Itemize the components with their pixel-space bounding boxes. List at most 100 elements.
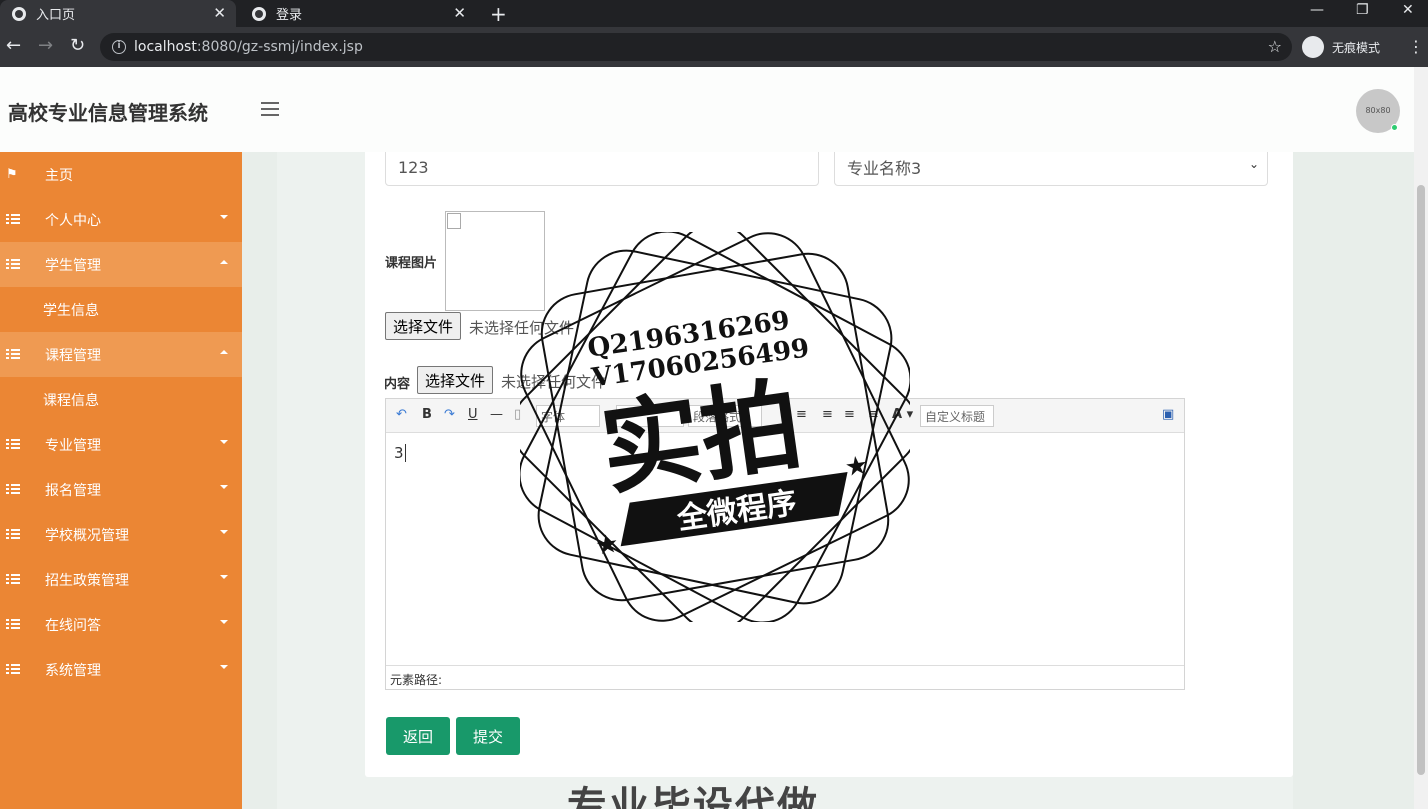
sidebar-item-label: 课程信息 bbox=[43, 392, 99, 409]
submit-button[interactable]: 提交 bbox=[456, 717, 520, 755]
app-header: 高校专业信息管理系统 80x80 bbox=[0, 67, 1414, 152]
page-scrollbar[interactable] bbox=[1414, 67, 1428, 809]
custom-title-value: 自定义标题 bbox=[925, 409, 986, 424]
major-select-value: 专业名称3 bbox=[847, 159, 922, 178]
close-icon[interactable]: ✕ bbox=[213, 4, 226, 22]
incognito-icon bbox=[1302, 36, 1324, 58]
sidebar-item-personal-center[interactable]: 个人中心 bbox=[0, 197, 242, 242]
caret-down-icon bbox=[220, 665, 228, 669]
custom-title-select[interactable]: 自定义标题 bbox=[920, 405, 994, 427]
window-close-icon[interactable]: ✕ bbox=[1402, 2, 1414, 18]
editor-statusbar: 元素路径: bbox=[386, 665, 1184, 689]
image-file-status: 未选择任何文件 bbox=[469, 319, 575, 337]
font-family-value: 字体 bbox=[541, 409, 566, 424]
page-icon[interactable]: ▯ bbox=[514, 407, 521, 422]
caret-up-icon bbox=[220, 350, 228, 354]
redo-icon[interactable]: ↷ bbox=[444, 407, 455, 422]
sidebar-item-label: 系统管理 bbox=[45, 662, 101, 679]
incognito-indicator[interactable]: 无痕模式 bbox=[1302, 36, 1380, 58]
editor-text: 3 bbox=[394, 444, 404, 462]
caret-down-icon bbox=[220, 440, 228, 444]
bottom-banner-text: 专业毕设代做 bbox=[567, 784, 819, 809]
underline-icon[interactable]: U bbox=[468, 407, 478, 422]
horizontal-rule-icon[interactable]: — bbox=[490, 407, 503, 422]
font-color-icon[interactable]: A ▾ bbox=[892, 407, 913, 422]
text-field[interactable]: 123 bbox=[385, 152, 819, 186]
align-center-icon[interactable]: ≡ bbox=[844, 407, 855, 422]
image-file-button[interactable]: 选择文件 bbox=[385, 312, 462, 340]
sidebar-item-student-management[interactable]: 学生管理 bbox=[0, 242, 242, 287]
grid-icon bbox=[6, 439, 20, 449]
minimize-icon[interactable]: — bbox=[1310, 2, 1324, 18]
sidebar-subitem-course-info[interactable]: 课程信息 bbox=[0, 377, 242, 422]
info-icon[interactable]: i bbox=[112, 40, 126, 54]
browser-tab-home[interactable]: 入口页 ✕ bbox=[0, 0, 236, 27]
globe-icon bbox=[252, 6, 266, 21]
restore-icon[interactable]: ❐ bbox=[1356, 2, 1369, 18]
url-path: :8080/gz-ssmj/index.jsp bbox=[196, 39, 363, 55]
avatar[interactable]: 80x80 bbox=[1356, 89, 1400, 133]
sidebar-item-registration-management[interactable]: 报名管理 bbox=[0, 467, 242, 512]
align-right-icon[interactable]: ≡ bbox=[822, 407, 833, 422]
scrollbar-thumb[interactable] bbox=[1417, 185, 1425, 775]
grid-icon bbox=[6, 529, 20, 539]
caret-down-icon bbox=[220, 620, 228, 624]
grid-icon bbox=[6, 664, 20, 674]
sidebar: ⚑ 主页 个人中心 学生管理 学生信息 课程管理 课程信息 专业管理 报名管理 … bbox=[0, 152, 242, 809]
url-host: localhost bbox=[134, 39, 197, 55]
browser-tabbar: 入口页 ✕ 登录 ✕ + — ❐ ✕ bbox=[0, 0, 1428, 27]
font-family-select[interactable]: 字体 bbox=[536, 405, 600, 427]
paragraph-select[interactable]: 段落格式 bbox=[688, 405, 762, 427]
rich-text-editor: ↶ B ↷ U — ▯ 字体 段落格式 ≡ ≡ ≡ ≡ A ▾ 自定义标题 ▣ … bbox=[385, 398, 1185, 690]
editor-body[interactable]: 3 bbox=[386, 434, 1184, 664]
online-status-dot bbox=[1391, 124, 1398, 131]
new-tab-icon[interactable]: + bbox=[490, 2, 507, 26]
sidebar-item-course-management[interactable]: 课程管理 bbox=[0, 332, 242, 377]
globe-icon bbox=[12, 6, 26, 21]
caret-up-icon bbox=[220, 260, 228, 264]
text-field-value: 123 bbox=[398, 157, 429, 177]
content-file-button[interactable]: 选择文件 bbox=[417, 366, 494, 394]
grid-icon bbox=[6, 619, 20, 629]
sidebar-item-home[interactable]: ⚑ 主页 bbox=[0, 152, 242, 197]
hamburger-icon[interactable] bbox=[261, 102, 279, 120]
sidebar-subitem-student-info[interactable]: 学生信息 bbox=[0, 287, 242, 332]
browser-tab-login[interactable]: 登录 ✕ bbox=[240, 0, 476, 27]
sidebar-item-online-qa[interactable]: 在线问答 bbox=[0, 602, 242, 647]
menu-icon[interactable]: ⋮ bbox=[1408, 37, 1424, 56]
close-icon[interactable]: ✕ bbox=[453, 4, 466, 22]
align-justify-icon[interactable]: ≡ bbox=[868, 407, 879, 422]
bold-icon[interactable]: B bbox=[422, 407, 432, 422]
sidebar-item-label: 个人中心 bbox=[45, 212, 101, 229]
caret-down-icon bbox=[220, 485, 228, 489]
grid-icon bbox=[6, 214, 20, 224]
course-image-preview bbox=[445, 211, 545, 311]
star-icon[interactable]: ☆ bbox=[1268, 37, 1282, 56]
caret-down-icon bbox=[220, 215, 228, 219]
font-size-select[interactable] bbox=[616, 405, 684, 427]
align-left-icon[interactable]: ≡ bbox=[796, 407, 807, 422]
sidebar-item-system-management[interactable]: 系统管理 bbox=[0, 647, 242, 692]
back-button[interactable]: 返回 bbox=[386, 717, 450, 755]
forward-icon[interactable]: → bbox=[38, 35, 53, 56]
sidebar-item-label: 专业管理 bbox=[45, 437, 101, 454]
sidebar-item-label: 学生管理 bbox=[45, 257, 101, 274]
address-bar[interactable]: i localhost :8080/gz-ssmj/index.jsp ☆ bbox=[100, 33, 1292, 61]
reload-icon[interactable]: ↻ bbox=[70, 35, 85, 56]
sidebar-item-school-overview[interactable]: 学校概况管理 bbox=[0, 512, 242, 557]
back-icon[interactable]: ← bbox=[6, 35, 21, 56]
sidebar-item-label: 课程管理 bbox=[45, 347, 101, 364]
sidebar-item-major-management[interactable]: 专业管理 bbox=[0, 422, 242, 467]
content-file-status: 未选择任何文件 bbox=[501, 373, 607, 391]
sidebar-item-label: 学生信息 bbox=[43, 302, 99, 319]
major-select[interactable]: 专业名称3 ⌄ bbox=[834, 152, 1268, 186]
grid-icon bbox=[6, 574, 20, 584]
avatar-text: 80x80 bbox=[1365, 106, 1391, 115]
sidebar-item-label: 报名管理 bbox=[45, 482, 101, 499]
fullscreen-icon[interactable]: ▣ bbox=[1162, 407, 1174, 422]
paragraph-value: 段落格式 bbox=[693, 409, 742, 424]
sidebar-item-admission-policy[interactable]: 招生政策管理 bbox=[0, 557, 242, 602]
main-content: 123 专业名称3 ⌄ 课程图片 选择文件 未选择任何文件 内容 选择文件 未选… bbox=[242, 152, 1414, 809]
undo-icon[interactable]: ↶ bbox=[396, 407, 407, 422]
caret-down-icon bbox=[220, 530, 228, 534]
